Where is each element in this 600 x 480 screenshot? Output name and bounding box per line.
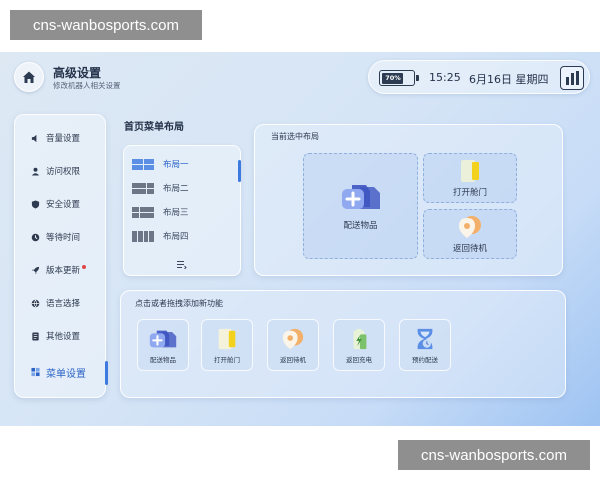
sidebar-item-wait-time[interactable]: 等待时间	[15, 224, 107, 250]
bar-chart-icon-bar	[575, 71, 579, 85]
function-tile-open-hatch[interactable]: 打开舱门	[201, 319, 253, 371]
function-tile-label: 返回待机	[280, 355, 306, 364]
layout-option-2[interactable]: 布局二	[132, 178, 234, 198]
function-tile-label: 配送物品	[150, 355, 176, 364]
sidebar-item-label: 安全设置	[46, 200, 81, 210]
layout-option-label: 布局一	[163, 160, 189, 170]
sidebar-item-security[interactable]: 安全设置	[15, 191, 107, 217]
function-tile-label: 预约配送	[412, 355, 438, 364]
layout-option-3[interactable]: 布局三	[132, 202, 234, 222]
open-hatch-icon	[461, 160, 479, 182]
grid-icon	[31, 367, 40, 377]
watermark-bottom: cns-wanbosports.com	[398, 440, 590, 470]
hourglass-icon	[417, 328, 433, 349]
clock-date: 6月16日 星期四	[469, 73, 549, 86]
user-icon	[31, 167, 40, 176]
layout-option-label: 布局四	[163, 232, 189, 242]
layout-grid-icon	[132, 158, 154, 170]
battery-indicator: 70%	[379, 70, 415, 86]
deliver-items-icon	[341, 185, 380, 209]
function-tile-return-charge[interactable]: 返回充电	[333, 319, 385, 371]
function-tile-return-standby[interactable]: 返回待机	[267, 319, 319, 371]
battery-tip	[416, 75, 419, 81]
layout-grid-icon	[132, 206, 154, 218]
layout-option-4[interactable]: 布局四	[132, 226, 234, 246]
home-button[interactable]	[14, 62, 44, 92]
more-layouts-icon[interactable]	[176, 260, 187, 272]
return-standby-icon	[282, 328, 304, 349]
sidebar-item-version-update[interactable]: 版本更新	[15, 257, 107, 283]
layout-option-1[interactable]: 布局一	[132, 154, 234, 174]
clock-icon	[31, 233, 40, 242]
speaker-icon	[31, 134, 40, 143]
function-tile-label: 返回充电	[346, 355, 372, 364]
layout-option-label: 布局二	[163, 184, 189, 194]
layout-slot-return-standby[interactable]: 返回待机	[423, 209, 517, 259]
sidebar-item-label: 访问权限	[46, 167, 81, 177]
sidebar-item-label: 版本更新	[46, 266, 81, 276]
battery-charge-icon	[353, 328, 367, 349]
layout-grid-icon	[132, 182, 154, 194]
layout-list: 布局一 布局二 布局三 布局四	[123, 145, 241, 276]
sidebar-item-language[interactable]: 语言选择	[15, 290, 107, 316]
bar-chart-icon	[565, 77, 569, 85]
sidebar-item-label: 其他设置	[46, 332, 81, 342]
globe-icon	[31, 299, 40, 308]
sidebar-item-label: 菜单设置	[46, 368, 86, 380]
function-tile-deliver[interactable]: 配送物品	[137, 319, 189, 371]
layout-slot-deliver[interactable]: 配送物品	[303, 153, 418, 259]
clock-time: 15:25	[429, 71, 461, 84]
slot-label: 返回待机	[452, 244, 487, 254]
layout-option-label: 布局三	[163, 208, 189, 218]
stats-button[interactable]	[560, 66, 584, 90]
sidebar-item-other[interactable]: 其他设置	[15, 323, 107, 349]
battery-percent: 70%	[385, 73, 401, 82]
bar-chart-icon-bar	[570, 73, 574, 85]
slot-label: 配送物品	[343, 221, 378, 231]
robot-settings-screen: 高级设置 修改机器人相关设置 70% 15:25 6月16日 星期四 音量设置 …	[0, 52, 600, 426]
shield-icon	[31, 199, 40, 209]
layout-grid-icon	[132, 230, 154, 242]
watermark-top: cns-wanbosports.com	[10, 10, 202, 40]
sidebar-item-label: 等待时间	[46, 233, 81, 243]
function-tile-label: 打开舱门	[214, 355, 240, 364]
home-layout-title: 首页菜单布局	[124, 122, 184, 133]
rocket-icon	[31, 266, 40, 275]
sidebar-item-menu[interactable]: 菜单设置	[15, 359, 108, 385]
sidebar-item-label: 音量设置	[46, 134, 81, 144]
current-layout-title: 当前选中布局	[271, 132, 319, 141]
status-bar: 70% 15:25 6月16日 星期四	[368, 60, 590, 94]
sidebar-item-volume[interactable]: 音量设置	[15, 125, 107, 151]
add-functions-title: 点击或者拖拽添加新功能	[135, 299, 223, 308]
page-title: 高级设置	[53, 66, 102, 80]
layout-slot-open-hatch[interactable]: 打开舱门	[423, 153, 517, 203]
slot-label: 打开舱门	[452, 188, 487, 198]
update-badge-dot	[82, 265, 87, 269]
home-icon	[23, 71, 35, 83]
return-standby-icon	[459, 216, 481, 238]
current-layout-panel: 当前选中布局 配送物品 打开舱门 返回待机	[254, 124, 563, 276]
deliver-items-icon	[149, 330, 177, 347]
function-tile-schedule-delivery[interactable]: 预约配送	[399, 319, 451, 371]
document-icon	[31, 331, 40, 341]
settings-sidebar: 音量设置 访问权限 安全设置 等待时间 版本更新 语言选择 其他设置 菜单设置	[14, 114, 108, 398]
sidebar-item-access[interactable]: 访问权限	[15, 158, 107, 184]
sidebar-item-label: 语言选择	[46, 299, 81, 309]
add-functions-panel: 点击或者拖拽添加新功能 配送物品 打开舱门 返回待机 返回充电 预约配送	[120, 290, 566, 398]
page-subtitle: 修改机器人相关设置	[53, 81, 121, 90]
layout-list-scrollbar[interactable]	[238, 160, 241, 182]
open-hatch-icon	[218, 328, 236, 349]
